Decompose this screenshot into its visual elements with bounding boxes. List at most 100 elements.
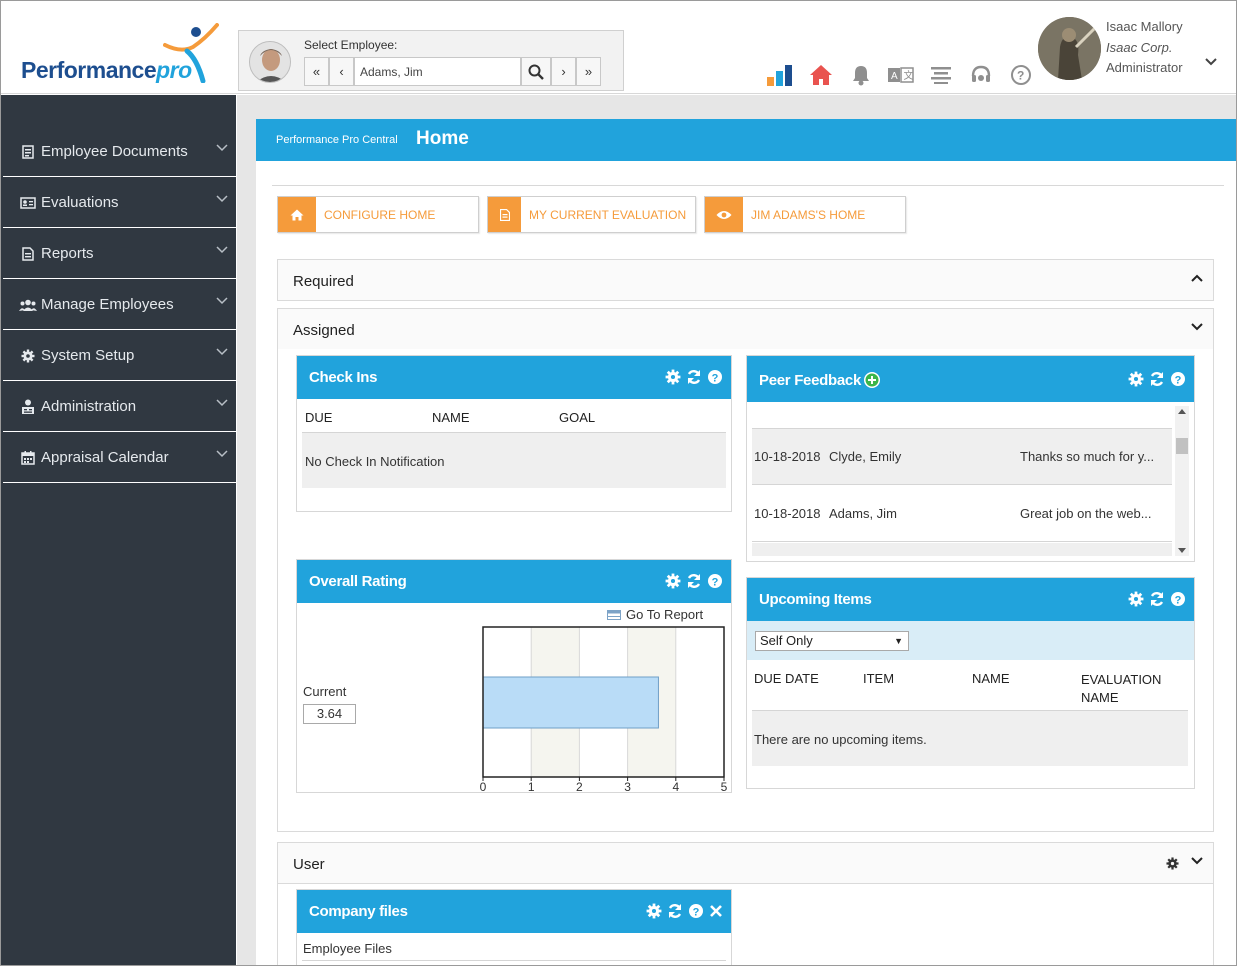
quick-button-label: CONFIGURE HOME [324,207,436,222]
sidebar-item-label: Administration [41,398,137,415]
sidebar-item-reports[interactable]: Reports [3,229,236,279]
self-only-select[interactable]: Self Only ▼ [755,631,909,651]
gear-icon[interactable] [665,573,681,589]
svg-text:A: A [891,71,898,82]
chevron-down-icon[interactable] [1204,57,1218,67]
rating-bar [482,676,659,729]
top-header: Performancepro Select Employee: « ‹ › [1,1,1236,94]
widget-tools: ? [1128,371,1186,387]
chevron-up-icon[interactable] [1191,274,1203,282]
close-icon[interactable] [709,903,723,919]
x-tick-label: 2 [576,780,583,794]
overall-rating-chart: 0 1 2 3 4 5 [480,626,728,794]
my-current-evaluation-button[interactable]: MY CURRENT EVALUATION [487,196,696,233]
employee-selector: Select Employee: « ‹ › » [238,30,624,91]
feedback-comment[interactable]: Great job on the web... [1020,506,1152,521]
required-section-header[interactable]: Required [277,259,1214,301]
headset-icon [971,65,991,82]
app-window: Performancepro Select Employee: « ‹ › [0,0,1237,966]
chevron-down-icon[interactable] [1191,323,1203,331]
chevron-down-icon [216,144,228,152]
scroll-up-icon[interactable] [1178,409,1186,414]
sidebar-item-manage-employees[interactable]: Manage Employees [3,280,236,330]
sidebar-item-appraisal-calendar[interactable]: Appraisal Calendar [3,433,236,483]
check-ins-empty-row: No Check In Notification [302,432,726,488]
sidebar-item-label: Employee Documents [41,143,188,160]
feedback-row[interactable]: 10-18-2018 Adams, Jim Great job on the w… [752,486,1172,542]
feedback-name: Clyde, Emily [829,449,902,464]
analytics-button[interactable] [761,61,801,89]
svg-text:文: 文 [904,69,914,82]
logo[interactable]: Performancepro [21,57,192,84]
filter-bar: Self Only ▼ [747,621,1194,660]
scroll-thumb[interactable] [1176,438,1188,454]
svg-text:?: ? [1175,595,1182,607]
help-icon[interactable]: ? [1170,371,1186,387]
next-employee-button[interactable]: › [551,57,576,86]
gear-icon[interactable] [1128,591,1144,607]
gear-icon [15,349,41,363]
refresh-icon[interactable] [1149,371,1165,387]
widget-title: Upcoming Items [759,591,872,608]
gear-icon[interactable] [1166,857,1179,870]
employee-search-button[interactable] [521,57,551,86]
sidebar-item-evaluations[interactable]: Evaluations [3,178,236,228]
notifications-button[interactable] [841,61,881,89]
assigned-section-header[interactable]: Assigned [277,308,1214,350]
dropdown-arrow-icon: ▼ [894,636,903,646]
help-icon[interactable]: ? [707,369,723,385]
widget-header: Peer Feedback ? [747,356,1194,402]
widget-header: Upcoming Items ? [747,578,1194,621]
sidebar-item-label: Evaluations [41,194,119,211]
users-icon [15,299,41,311]
widget-title: Peer Feedback [759,372,861,389]
sidebar-item-system-setup[interactable]: System Setup [3,331,236,381]
jim-adams-home-button[interactable]: JIM ADAMS'S HOME [704,196,906,233]
help-icon[interactable]: ? [707,573,723,589]
feedback-row[interactable]: 10-18-2018 Clyde, Emily Thanks so much f… [752,429,1172,485]
home-icon [278,197,316,232]
support-button[interactable] [961,61,1001,89]
add-feedback-icon[interactable] [863,371,881,389]
sidebar-item-label: System Setup [41,347,135,364]
gear-icon[interactable] [1128,371,1144,387]
search-icon [528,64,544,80]
employee-files-row[interactable]: Employee Files [303,941,392,956]
chevron-down-icon[interactable] [1191,857,1203,865]
widget-title: Check Ins [309,369,378,386]
chevron-down-icon [216,348,228,356]
refresh-icon[interactable] [1149,591,1165,607]
user-avatar[interactable] [1038,17,1101,80]
first-employee-button[interactable]: « [304,57,329,86]
help-button[interactable]: ? [1001,61,1041,89]
breadcrumb[interactable]: Performance Pro Central [276,134,398,146]
refresh-icon[interactable] [686,369,702,385]
scroll-down-icon[interactable] [1178,548,1186,553]
configure-home-button[interactable]: CONFIGURE HOME [277,196,479,233]
feedback-scrollbar[interactable] [1175,406,1189,556]
home-button[interactable] [801,61,841,89]
user-info[interactable]: Isaac Mallory Isaac Corp. Administrator [1106,17,1183,79]
sidebar-item-administration[interactable]: Administration [3,382,236,432]
sidebar-item-employee-documents[interactable]: Employee Documents [3,127,236,177]
widget-tools: ? [665,573,723,589]
gear-icon[interactable] [665,369,681,385]
menu-button[interactable] [921,61,961,89]
feedback-comment[interactable]: Thanks so much for y... [1020,449,1154,464]
translate-icon: A文 [888,67,914,83]
widget-header: Company files ? [297,890,731,933]
upcoming-empty-row: There are no upcoming items. [752,710,1188,766]
prev-employee-button[interactable]: ‹ [329,57,354,86]
last-employee-button[interactable]: » [576,57,601,86]
column-header-due-date: DUE DATE [754,671,819,686]
employee-input[interactable] [354,57,521,86]
help-icon[interactable]: ? [1170,591,1186,607]
refresh-icon[interactable] [686,573,702,589]
user-section-header[interactable]: User [277,842,1214,884]
language-button[interactable]: A文 [881,61,921,89]
gear-icon[interactable] [646,903,662,919]
help-icon[interactable]: ? [688,903,704,919]
row-divider [302,960,726,961]
upcoming-items-widget: Upcoming Items ? Self Only ▼ DUE DATE IT… [746,577,1195,789]
refresh-icon[interactable] [667,903,683,919]
